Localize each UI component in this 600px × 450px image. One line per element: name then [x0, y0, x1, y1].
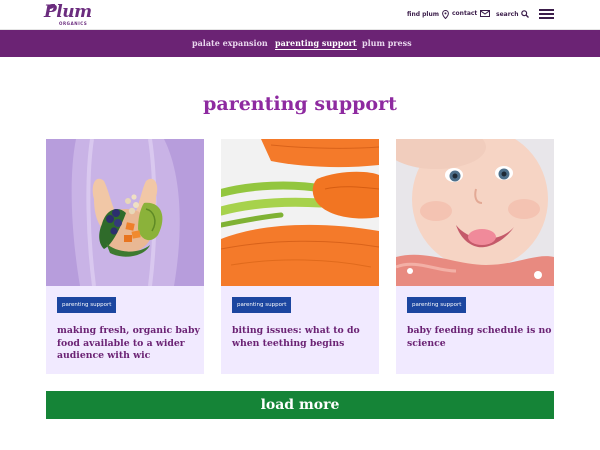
card-title[interactable]: baby feeding schedule is no science — [407, 325, 552, 350]
logo-subtext: ORGANICS — [59, 21, 88, 26]
search-label: search — [496, 10, 519, 18]
subnav-palate-expansion[interactable]: palate expansion — [192, 38, 268, 48]
hamburger-menu-icon[interactable] — [539, 8, 554, 20]
category-badge[interactable]: parenting support — [407, 297, 467, 313]
section-subnav: palate expansion parenting support plum … — [0, 30, 600, 57]
card-image-carrots[interactable] — [221, 139, 379, 286]
find-plum-link[interactable]: find plum — [407, 10, 449, 19]
search-icon — [521, 10, 530, 18]
subnav-plum-press[interactable]: plum press — [362, 38, 412, 48]
search-link[interactable]: search — [496, 10, 530, 18]
card-title[interactable]: biting issues: what to do when teething … — [232, 325, 377, 350]
contact-label: contact — [452, 10, 478, 17]
site-header: Plum ORGANICS find plum contact search — [0, 0, 600, 30]
envelope-icon — [480, 10, 491, 17]
map-pin-icon — [442, 10, 449, 19]
category-badge[interactable]: parenting support — [57, 297, 117, 313]
contact-link[interactable]: contact — [452, 10, 491, 17]
article-card[interactable]: parenting support baby feeding schedule … — [396, 139, 554, 374]
category-badge[interactable]: parenting support — [232, 297, 292, 313]
load-more-button[interactable]: load more — [46, 391, 554, 419]
page-title: parenting support — [203, 93, 397, 115]
article-card[interactable]: parenting support making fresh, organic … — [46, 139, 204, 374]
card-image-hands-vegetables[interactable] — [46, 139, 204, 286]
article-card[interactable]: parenting support biting issues: what to… — [221, 139, 379, 374]
find-plum-label: find plum — [407, 11, 439, 18]
card-title[interactable]: making fresh, organic baby food availabl… — [57, 325, 202, 363]
subnav-parenting-support[interactable]: parenting support — [275, 38, 357, 50]
logo-text: Plum — [44, 2, 92, 22]
card-image-smiling-baby[interactable] — [396, 139, 554, 286]
plum-logo[interactable]: Plum ORGANICS — [44, 2, 96, 28]
